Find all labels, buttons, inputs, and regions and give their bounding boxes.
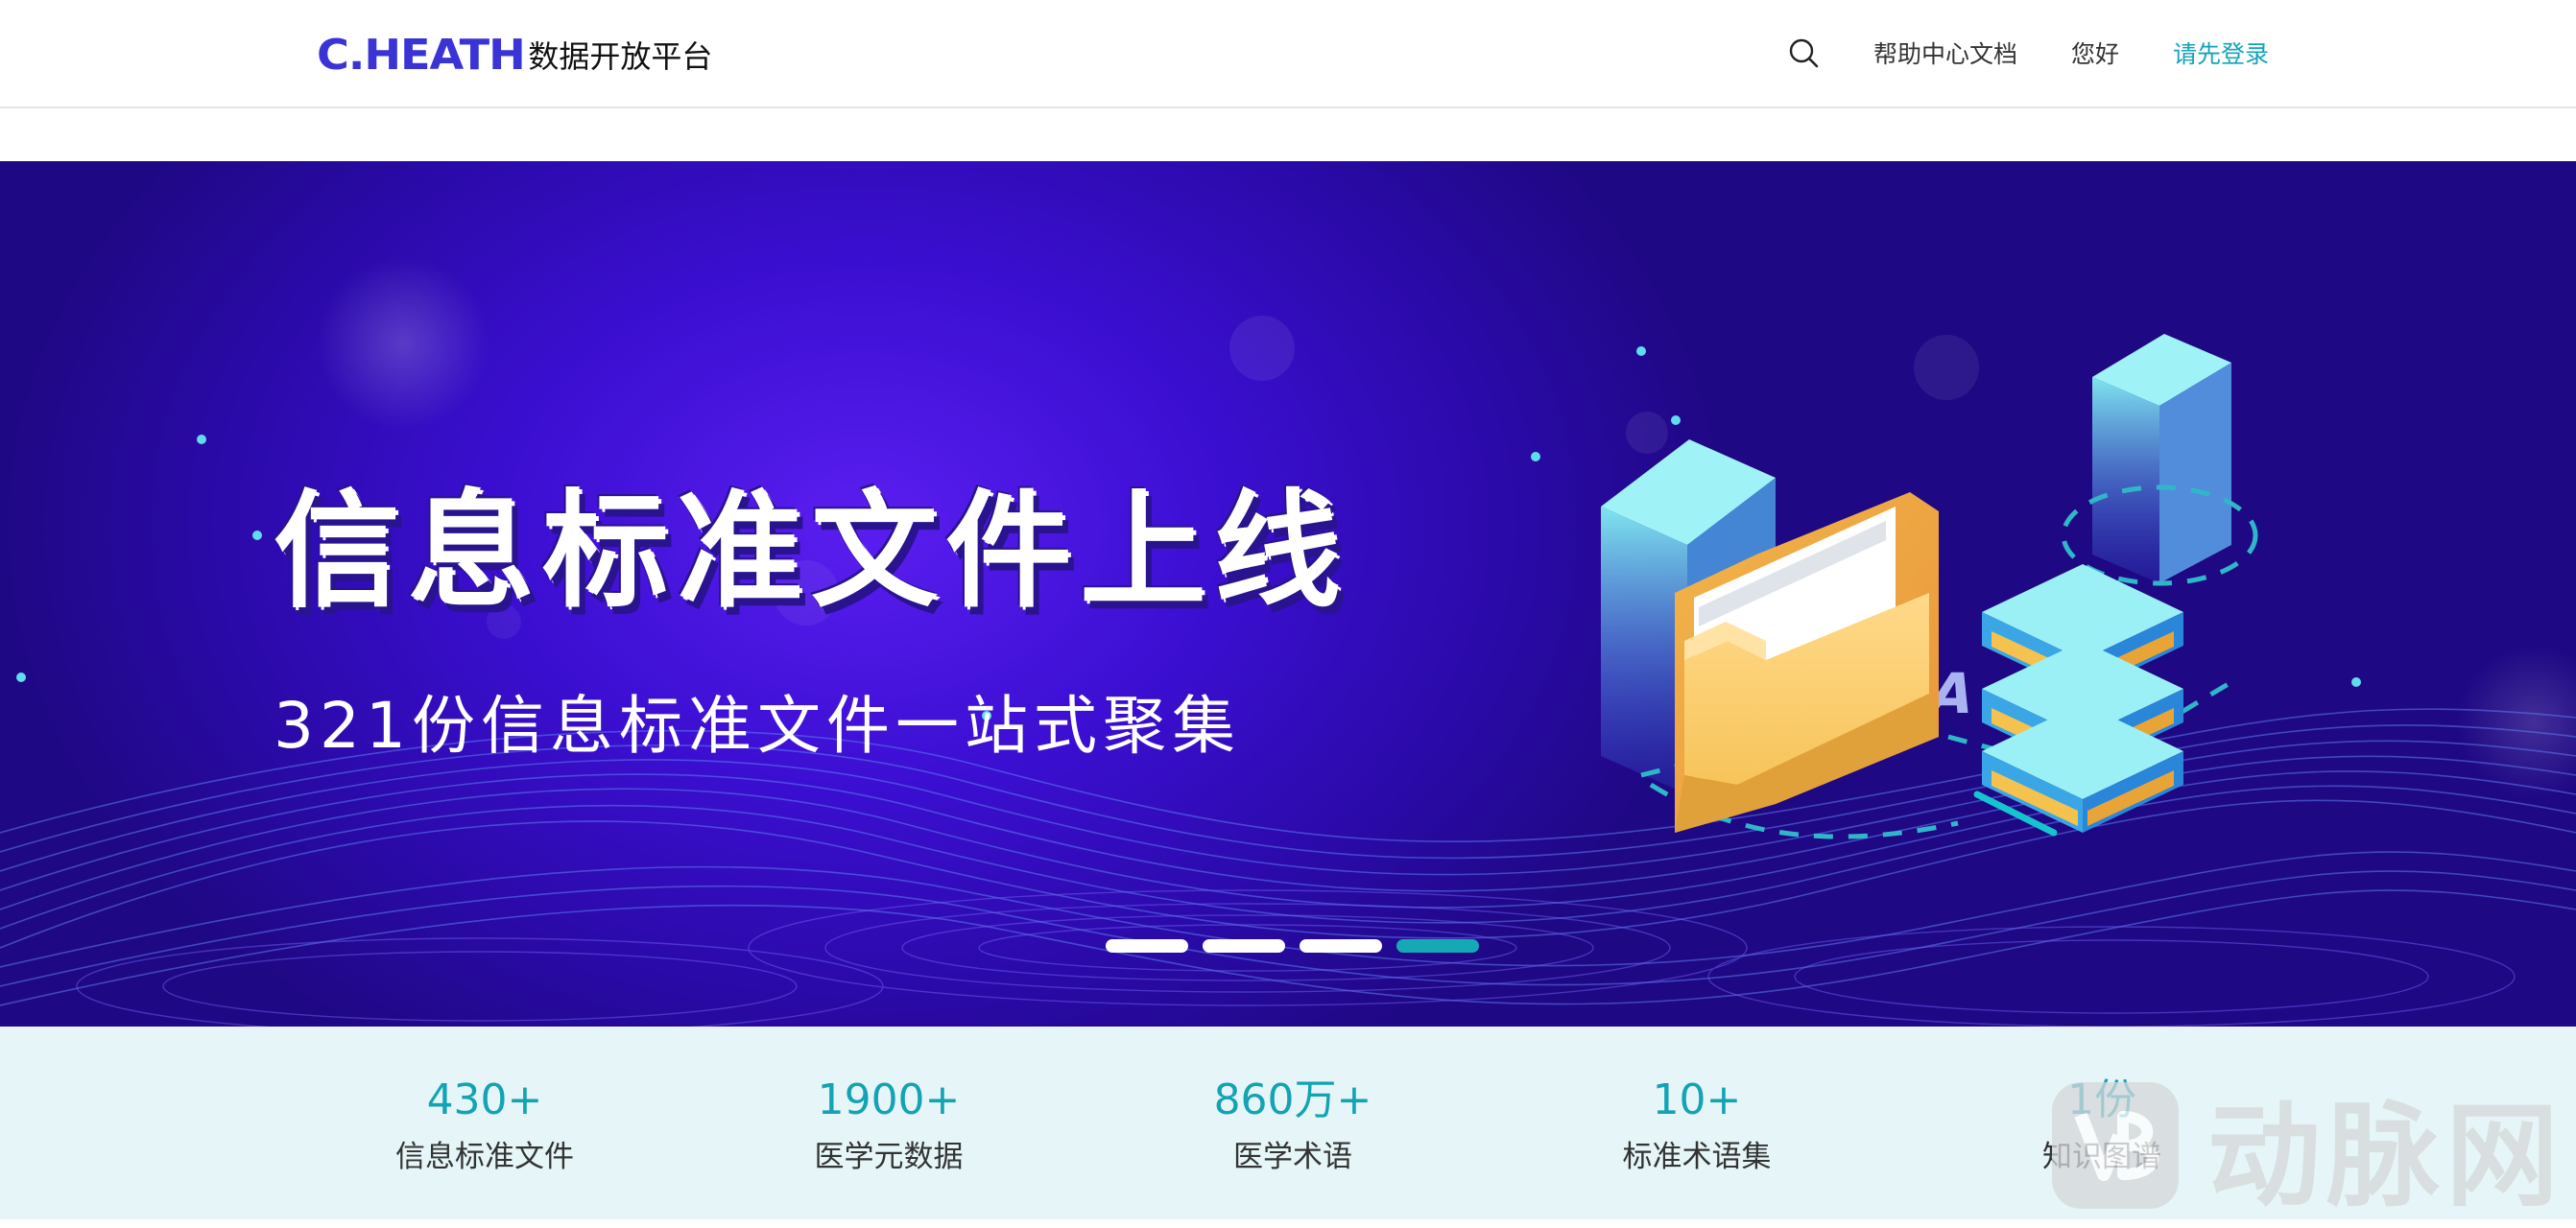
watermark: 动脉网 <box>2048 1078 2564 1222</box>
stat-value: 10+ <box>1652 1075 1742 1124</box>
help-docs-link[interactable]: 帮助中心文档 <box>1873 35 2017 70</box>
hero-banner[interactable]: A 信息标准文件上线 321份信息标准文件一站式聚集 <box>0 161 2576 1027</box>
carousel-dot-1[interactable] <box>1106 939 1188 953</box>
login-link[interactable]: 请先登录 <box>2173 35 2269 70</box>
stat-item[interactable]: 10+ 标准术语集 <box>1553 1074 1841 1176</box>
carousel-dot-4[interactable] <box>1396 939 1479 953</box>
stat-label: 医学术语 <box>1233 1140 1352 1174</box>
vb-logo-icon <box>2052 1082 2179 1209</box>
carousel-dot-2[interactable] <box>1203 939 1285 953</box>
greeting-text: 您好 <box>2070 40 2119 68</box>
carousel-dot-3[interactable] <box>1300 939 1382 953</box>
banner-title: 信息标准文件上线 <box>274 478 1348 626</box>
stat-item[interactable]: 430+ 信息标准文件 <box>341 1074 629 1176</box>
stat-label: 标准术语集 <box>1622 1140 1772 1174</box>
search-icon[interactable] <box>1787 36 1820 69</box>
watermark-text: 动脉网 <box>2207 1089 2565 1222</box>
stat-value: 860万+ <box>1213 1075 1372 1124</box>
carousel-indicators <box>1106 939 1479 953</box>
top-header: C.HEATH 数据开放平台 帮助中心文档 您好 请先登录 <box>0 0 2576 108</box>
logo-mark: C.HEATH <box>317 30 526 80</box>
stat-value: 1900+ <box>817 1075 961 1124</box>
logo-text: 数据开放平台 <box>528 38 713 75</box>
stat-value: 430+ <box>426 1075 543 1124</box>
header-nav: 帮助中心文档 您好 请先登录 <box>1787 29 2269 77</box>
stat-item[interactable]: 1900+ 医学元数据 <box>745 1074 1033 1176</box>
stat-item[interactable]: 860万+ 医学术语 <box>1149 1074 1437 1176</box>
stat-label: 医学元数据 <box>814 1140 964 1174</box>
stat-label: 信息标准文件 <box>395 1140 574 1174</box>
banner-subtitle: 321份信息标准文件一站式聚集 <box>274 689 1241 763</box>
site-logo[interactable]: C.HEATH 数据开放平台 <box>317 30 713 80</box>
